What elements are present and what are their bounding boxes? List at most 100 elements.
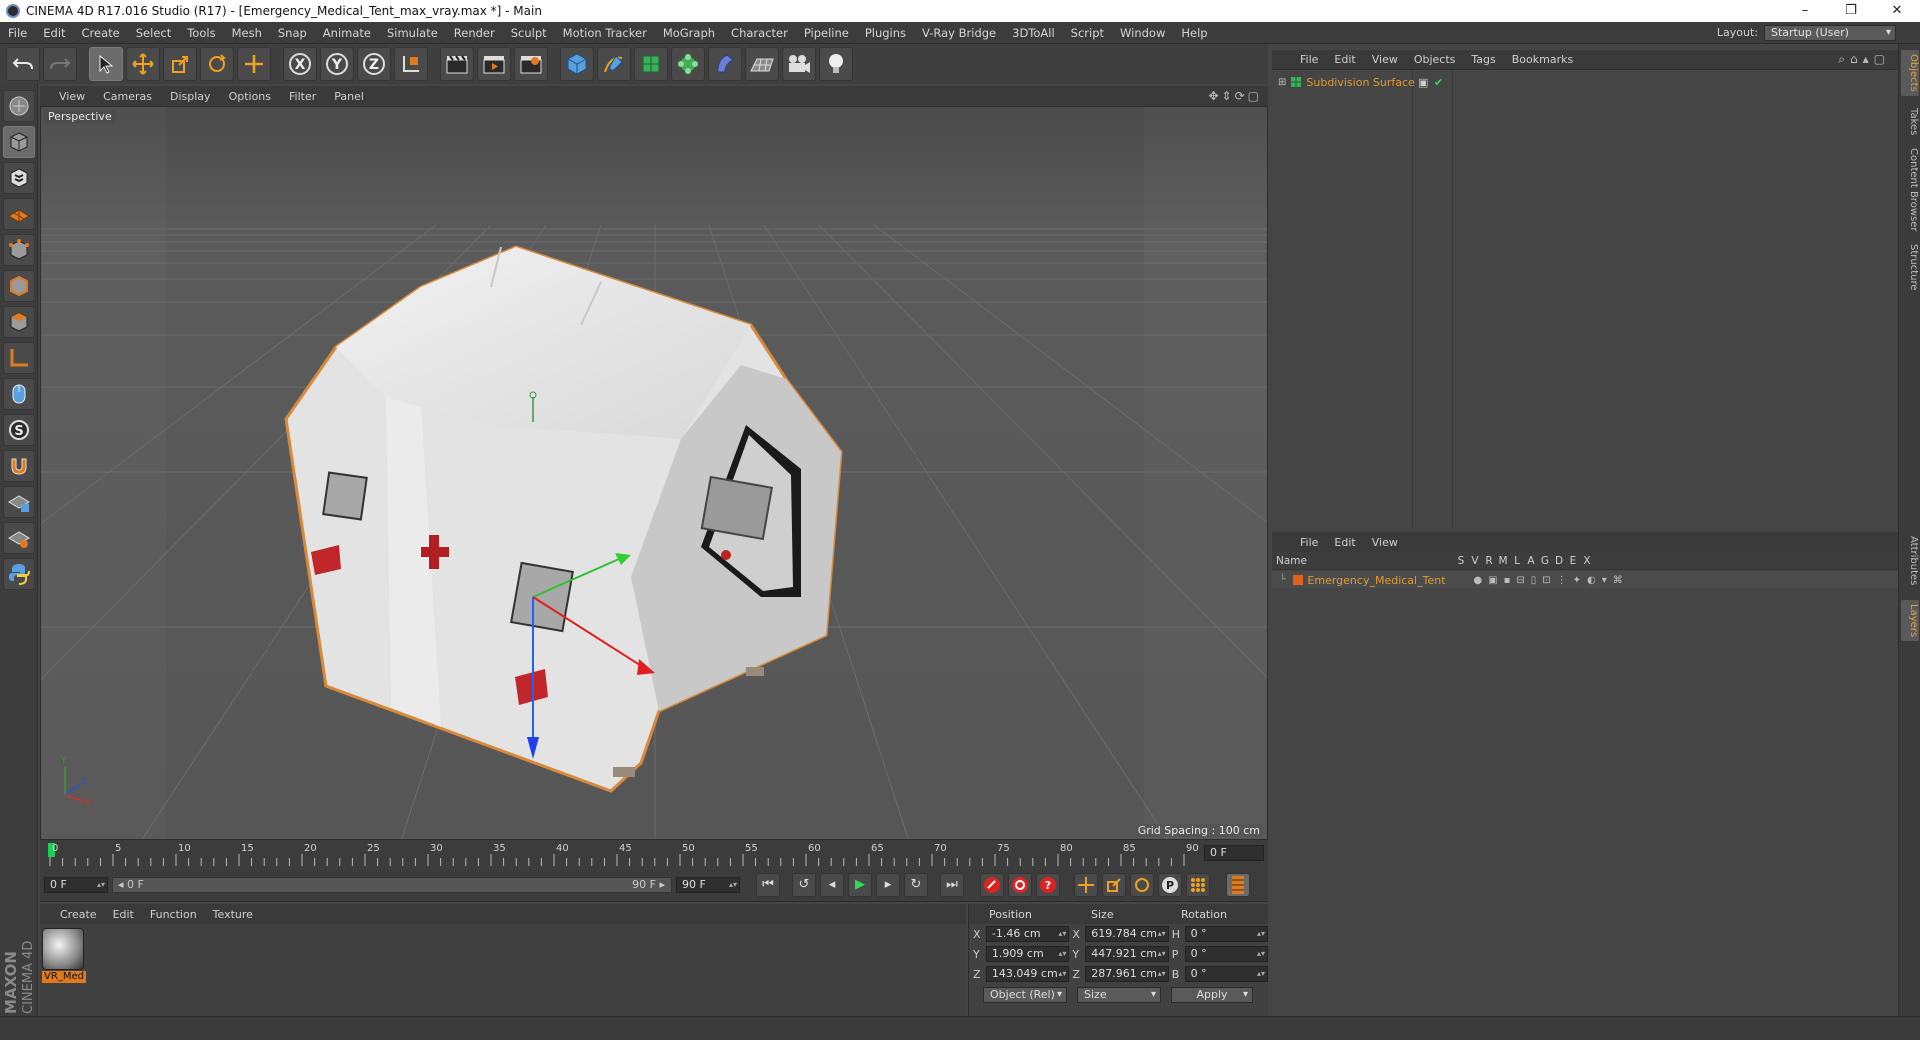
- points-mode-button[interactable]: [2, 234, 35, 266]
- current-frame-field[interactable]: 0 F: [1204, 845, 1264, 861]
- menu-mesh[interactable]: Mesh: [224, 22, 270, 44]
- render-settings-button[interactable]: [514, 47, 548, 81]
- go-to-end-button[interactable]: ⏭: [940, 872, 964, 897]
- object-manager-nav-icons[interactable]: ⌕⌂▴▢: [1838, 52, 1890, 67]
- menu-render[interactable]: Render: [446, 22, 503, 44]
- menu-sculpt[interactable]: Sculpt: [503, 22, 555, 44]
- viewport-menu-filter[interactable]: Filter: [280, 90, 325, 103]
- material-menu-function[interactable]: Function: [142, 908, 205, 921]
- material-menu-edit[interactable]: Edit: [105, 908, 142, 921]
- minimize-button[interactable]: –: [1782, 0, 1828, 22]
- polygons-mode-button[interactable]: [2, 306, 35, 338]
- menu-help[interactable]: Help: [1173, 22, 1215, 44]
- menu-animate[interactable]: Animate: [315, 22, 379, 44]
- objects-menu-edit[interactable]: Edit: [1326, 53, 1363, 66]
- close-button[interactable]: ✕: [1874, 0, 1920, 22]
- object-row[interactable]: ⊞ Subdivision Surface ▣ ✔: [1272, 74, 1898, 90]
- tab-structure[interactable]: Structure: [1901, 240, 1919, 295]
- key-rotation-button[interactable]: [1130, 872, 1154, 897]
- make-editable-button[interactable]: [2, 90, 35, 122]
- material-menu-texture[interactable]: Texture: [205, 908, 261, 921]
- subdivision-surface-button[interactable]: [634, 47, 668, 81]
- auto-keying-button[interactable]: [1008, 872, 1032, 897]
- layer-row[interactable]: └ Emergency_Medical_Tent ●▣▪⊟▯⊡⋮✦◐▾⌘: [1272, 572, 1898, 588]
- objects-menu-view[interactable]: View: [1364, 53, 1406, 66]
- viewport-menu-panel[interactable]: Panel: [325, 90, 373, 103]
- viewport-menu-view[interactable]: View: [50, 90, 94, 103]
- tab-takes[interactable]: Takes: [1901, 104, 1919, 139]
- recent-tool[interactable]: [237, 47, 271, 81]
- menu-character[interactable]: Character: [723, 22, 796, 44]
- menu-motion-tracker[interactable]: Motion Tracker: [555, 22, 655, 44]
- menu-create[interactable]: Create: [74, 22, 128, 44]
- visibility-toggle-icon[interactable]: ▣: [1418, 76, 1428, 89]
- redo-button[interactable]: [43, 47, 77, 81]
- layout-dropdown[interactable]: Startup (User): [1764, 24, 1896, 41]
- move-tool[interactable]: [126, 47, 160, 81]
- z-axis-lock[interactable]: Z: [357, 47, 391, 81]
- position-x-field[interactable]: -1.46 cm ▴▾: [985, 926, 1070, 942]
- spline-pen-button[interactable]: [597, 47, 631, 81]
- end-frame-field[interactable]: 90 F ▴▾: [676, 876, 740, 893]
- go-to-start-button[interactable]: ⏮: [756, 872, 780, 897]
- previous-frame-button[interactable]: ◂: [820, 872, 844, 897]
- tab-objects[interactable]: Objects: [1901, 50, 1919, 96]
- expand-icon[interactable]: ⊞: [1278, 77, 1286, 88]
- live-selection-tool[interactable]: [89, 47, 123, 81]
- menu-mograph[interactable]: MoGraph: [655, 22, 723, 44]
- camera-button[interactable]: [782, 47, 816, 81]
- rotation-h-field[interactable]: 0 ° ▴▾: [1184, 926, 1269, 942]
- layer-color-swatch[interactable]: [1293, 575, 1304, 585]
- texture-mode-button[interactable]: [2, 162, 35, 194]
- perspective-viewport[interactable]: Y X Z Perspective Grid Spacing : 100 cm: [40, 106, 1268, 840]
- menu-simulate[interactable]: Simulate: [379, 22, 446, 44]
- edges-mode-button[interactable]: [2, 270, 35, 302]
- key-scale-button[interactable]: [1102, 872, 1126, 897]
- previous-key-button[interactable]: ↺: [792, 872, 816, 897]
- model-mode-button[interactable]: [2, 126, 35, 158]
- menu-pipeline[interactable]: Pipeline: [796, 22, 857, 44]
- objects-menu-tags[interactable]: Tags: [1463, 53, 1503, 66]
- render-view-button[interactable]: [440, 47, 474, 81]
- tweak-mode-button[interactable]: [2, 378, 35, 410]
- tab-attributes[interactable]: Attributes: [1901, 532, 1919, 589]
- apply-button[interactable]: Apply: [1171, 987, 1253, 1003]
- workplane-mode-button[interactable]: [2, 198, 35, 230]
- coordinate-mode-dropdown[interactable]: Object (Rel): [983, 987, 1067, 1003]
- snapping-button[interactable]: S: [2, 414, 35, 446]
- cube-primitive-button[interactable]: [560, 47, 594, 81]
- tab-layers[interactable]: Layers: [1901, 600, 1919, 642]
- key-pla-button[interactable]: [1186, 872, 1210, 897]
- position-y-field[interactable]: 1.909 cm ▴▾: [985, 946, 1070, 962]
- play-button[interactable]: ▶: [848, 872, 872, 897]
- coordinate-system-toggle[interactable]: [394, 47, 428, 81]
- layer-flag-icons[interactable]: ●▣▪⊟▯⊡⋮✦◐▾⌘: [1473, 575, 1628, 586]
- render-to-picture-viewer-button[interactable]: [477, 47, 511, 81]
- enabled-check-icon[interactable]: ✔: [1434, 76, 1443, 89]
- menu-tools[interactable]: Tools: [179, 22, 223, 44]
- next-frame-button[interactable]: ▸: [876, 872, 900, 897]
- next-key-button[interactable]: ↻: [904, 872, 928, 897]
- layers-menu-file[interactable]: File: [1292, 536, 1326, 549]
- menu-select[interactable]: Select: [128, 22, 179, 44]
- material-thumbnail[interactable]: VR_Med: [42, 928, 86, 983]
- timeline-layout-button[interactable]: [1226, 872, 1250, 897]
- rotation-b-field[interactable]: 0 ° ▴▾: [1184, 966, 1269, 982]
- layers-menu-view[interactable]: View: [1364, 536, 1406, 549]
- size-mode-dropdown[interactable]: Size: [1077, 987, 1161, 1003]
- magnet-button[interactable]: [2, 450, 35, 482]
- viewport-menu-cameras[interactable]: Cameras: [94, 90, 161, 103]
- python-button[interactable]: [2, 558, 35, 590]
- cloner-button[interactable]: [671, 47, 705, 81]
- tab-content-browser[interactable]: Content Browser: [1901, 144, 1919, 235]
- restore-button[interactable]: ❐: [1828, 0, 1874, 22]
- material-menu-create[interactable]: Create: [52, 908, 105, 921]
- x-axis-lock[interactable]: X: [283, 47, 317, 81]
- menu-script[interactable]: Script: [1063, 22, 1112, 44]
- deformer-button[interactable]: [708, 47, 742, 81]
- menu-window[interactable]: Window: [1112, 22, 1173, 44]
- position-z-field[interactable]: 143.049 cm ▴▾: [985, 966, 1070, 982]
- undo-button[interactable]: [6, 47, 40, 81]
- viewport-nav-icons[interactable]: ✥⇕⟳▢: [1208, 89, 1262, 103]
- objects-menu-bookmarks[interactable]: Bookmarks: [1504, 53, 1581, 66]
